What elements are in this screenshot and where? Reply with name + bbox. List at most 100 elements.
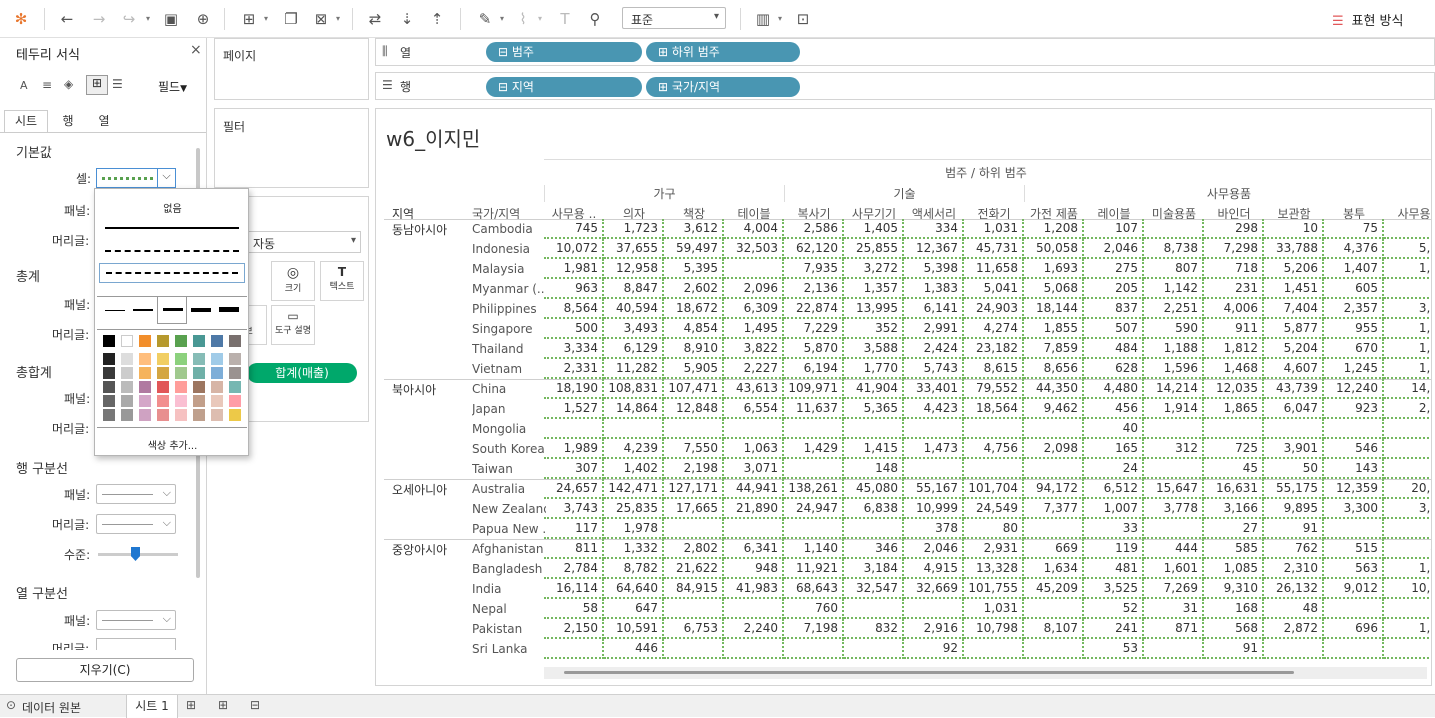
region-label[interactable]: 북아시아 <box>392 381 436 398</box>
data-cell[interactable]: 5,365 <box>844 399 904 419</box>
data-cell[interactable]: 5,870 <box>784 339 844 359</box>
color-swatch[interactable] <box>139 381 151 393</box>
data-cell[interactable]: 33,401 <box>904 379 964 399</box>
data-cell[interactable]: 8,910 <box>664 339 724 359</box>
data-cell[interactable]: 12,958 <box>604 259 664 279</box>
data-cell[interactable]: 1 <box>1384 219 1431 239</box>
data-cell[interactable]: 1,085 <box>1204 559 1264 579</box>
data-cell[interactable]: 1,402 <box>604 459 664 479</box>
data-cell[interactable]: 50,058 <box>1024 239 1084 259</box>
columns-shelf[interactable]: ⫼ 열 ⊟ 범주 ⊞ 하위 범주 <box>375 38 1435 66</box>
color-swatch[interactable] <box>157 395 169 407</box>
data-cell[interactable] <box>784 419 844 439</box>
data-cell[interactable]: 7,229 <box>784 319 844 339</box>
data-cell[interactable]: 2,046 <box>1084 239 1144 259</box>
data-cell[interactable]: 2,331 <box>544 359 604 379</box>
tableau-logo-icon[interactable]: ✻ <box>8 6 34 32</box>
data-cell[interactable]: 18,672 <box>664 299 724 319</box>
data-cell[interactable]: 7,198 <box>784 619 844 639</box>
color-swatch[interactable] <box>193 381 205 393</box>
data-cell[interactable]: 3,778 <box>1144 499 1204 519</box>
color-swatch[interactable] <box>175 335 187 347</box>
data-cell[interactable] <box>1384 599 1431 619</box>
data-cell[interactable]: 18,190 <box>544 379 604 399</box>
data-cell[interactable]: 10,798 <box>964 619 1024 639</box>
data-cell[interactable]: 84,915 <box>664 579 724 599</box>
color-swatch[interactable] <box>229 409 241 421</box>
row-pill-region[interactable]: ⊟ 지역 <box>486 77 642 97</box>
color-swatch[interactable] <box>121 395 133 407</box>
data-cell[interactable]: 10 <box>1264 219 1324 239</box>
data-cell[interactable]: 5,905 <box>664 359 724 379</box>
data-cell[interactable]: 2,198 <box>664 459 724 479</box>
highlight-dropdown-icon[interactable]: ▾ <box>500 14 504 23</box>
data-cell[interactable]: 41,904 <box>844 379 904 399</box>
data-cell[interactable]: 1,914 <box>1144 399 1204 419</box>
country-label[interactable]: Nepal <box>472 602 546 616</box>
data-cell[interactable]: 2,310 <box>1264 559 1324 579</box>
data-cell[interactable]: 33,788 <box>1264 239 1324 259</box>
data-cell[interactable]: 4,274 <box>964 319 1024 339</box>
data-cell[interactable]: 4,480 <box>1084 379 1144 399</box>
data-cell[interactable]: 44,350 <box>1024 379 1084 399</box>
color-swatch[interactable] <box>175 367 187 379</box>
tab-columns[interactable]: 열 <box>88 110 120 132</box>
data-cell[interactable]: 12,240 <box>1324 379 1384 399</box>
data-cell[interactable]: 91 <box>1204 639 1264 659</box>
group-dropdown-icon[interactable]: ▾ <box>538 14 542 23</box>
data-cell[interactable]: 7,859 <box>1024 339 1084 359</box>
data-cell[interactable]: 142,471 <box>604 479 664 499</box>
data-cell[interactable]: 32,503 <box>724 239 784 259</box>
data-cell[interactable]: 40 <box>1084 419 1144 439</box>
borders-format-icon[interactable]: ⊞ <box>86 75 108 95</box>
data-cell[interactable]: 7,298 <box>1204 239 1264 259</box>
region-label[interactable]: 동남아시아 <box>392 221 447 238</box>
data-cell[interactable]: 2,424 <box>904 339 964 359</box>
new-data-source-icon[interactable]: ⊕ <box>190 6 216 32</box>
data-cell[interactable] <box>724 639 784 659</box>
column-pill-category[interactable]: ⊟ 범주 <box>486 42 642 62</box>
color-swatch[interactable] <box>193 367 205 379</box>
data-cell[interactable]: 64,640 <box>604 579 664 599</box>
data-cell[interactable]: 91 <box>1264 519 1324 539</box>
data-cell[interactable]: 3,166 <box>1204 499 1264 519</box>
data-cell[interactable]: 6,512 <box>1084 479 1144 499</box>
data-cell[interactable]: 2,150 <box>544 619 604 639</box>
new-worksheet-icon[interactable]: ⊞ <box>186 698 196 712</box>
data-cell[interactable]: 205 <box>1084 279 1144 299</box>
data-cell[interactable]: 871 <box>1144 619 1204 639</box>
data-cell[interactable] <box>844 419 904 439</box>
data-cell[interactable]: 1,031 <box>964 599 1024 619</box>
data-cell[interactable]: 334 <box>904 219 964 239</box>
data-cell[interactable]: 446 <box>604 639 664 659</box>
data-cell[interactable]: 3,588 <box>844 339 904 359</box>
data-cell[interactable]: 2,586 <box>784 219 844 239</box>
data-cell[interactable]: 628 <box>1084 359 1144 379</box>
data-cell[interactable] <box>964 419 1024 439</box>
country-label[interactable]: South Korea <box>472 442 546 456</box>
data-cell[interactable]: 53 <box>1084 639 1144 659</box>
color-swatch[interactable] <box>103 367 115 379</box>
data-cell[interactable]: 3,612 <box>664 219 724 239</box>
data-cell[interactable]: 13,328 <box>964 559 1024 579</box>
data-cell[interactable] <box>1264 639 1324 659</box>
color-swatch[interactable] <box>121 367 133 379</box>
data-cell[interactable]: 58 <box>544 599 604 619</box>
data-cell[interactable]: 1,989 <box>544 439 604 459</box>
color-swatch[interactable] <box>211 409 223 421</box>
data-cell[interactable]: 11,637 <box>784 399 844 419</box>
mark-type-select[interactable]: 자동 ▾ <box>247 231 361 253</box>
data-cell[interactable]: 32,547 <box>844 579 904 599</box>
horizontal-scrollbar[interactable] <box>544 667 1427 679</box>
data-cell[interactable] <box>1264 419 1324 439</box>
data-cell[interactable]: 2 <box>1384 459 1431 479</box>
data-cell[interactable]: 107 <box>1084 219 1144 239</box>
data-cell[interactable] <box>724 259 784 279</box>
save-icon[interactable]: ▣ <box>158 6 184 32</box>
data-cell[interactable]: 2 <box>1384 279 1431 299</box>
data-cell[interactable] <box>844 519 904 539</box>
data-cell[interactable]: 14,214 <box>1144 379 1204 399</box>
data-cell[interactable]: 1,981 <box>544 259 604 279</box>
data-cell[interactable] <box>724 419 784 439</box>
data-cell[interactable]: 9 <box>1384 439 1431 459</box>
